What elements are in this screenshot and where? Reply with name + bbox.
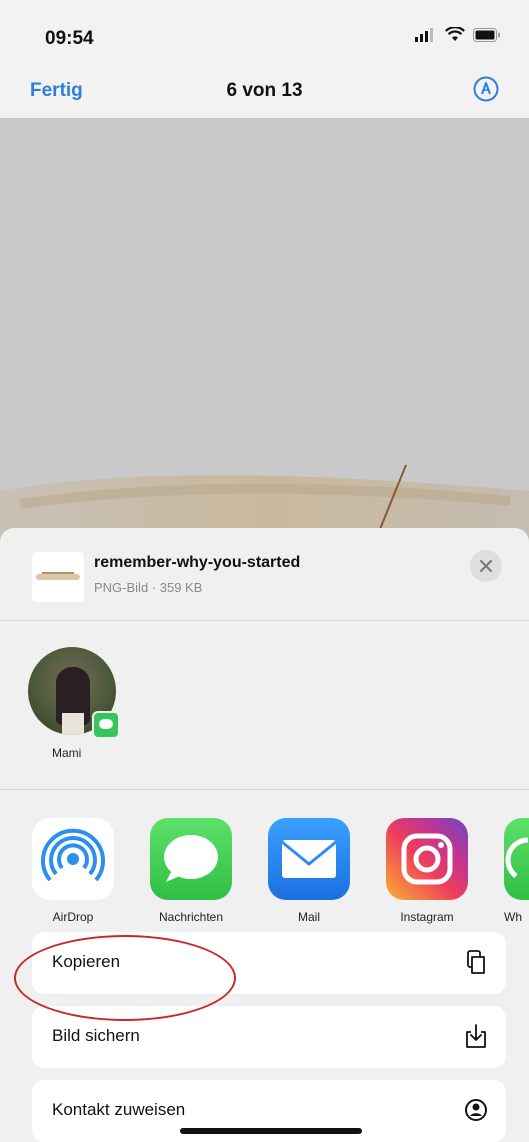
app-label: Nachrichten — [158, 910, 224, 924]
markup-icon[interactable] — [473, 76, 499, 102]
share-sheet: remember-why-you-started PNG-Bild · 359 … — [0, 528, 529, 1142]
app-instagram[interactable]: Instagram — [386, 818, 468, 924]
whatsapp-icon — [504, 818, 529, 900]
app-label: Instagram — [400, 910, 454, 924]
red-circle-annotation — [14, 935, 236, 1021]
app-airdrop[interactable]: AirDrop — [32, 818, 114, 924]
file-name: remember-why-you-started — [94, 554, 301, 571]
avatar-legs — [62, 713, 84, 735]
contact-name: Mami — [52, 746, 82, 760]
app-label: Wh — [504, 910, 522, 924]
contact-icon — [465, 1099, 487, 1121]
close-icon — [480, 560, 492, 572]
copy-icon — [467, 950, 485, 974]
messages-badge-icon — [92, 711, 120, 739]
battery-icon — [473, 27, 500, 42]
thumbnail-image — [36, 572, 80, 580]
page-title: 6 von 13 — [226, 80, 303, 101]
status-time: 09:54 — [45, 28, 94, 49]
app-label: Mail — [297, 910, 320, 924]
file-header: remember-why-you-started PNG-Bild · 359 … — [0, 528, 529, 621]
action-label: Bild sichern — [52, 1026, 140, 1045]
app-whatsapp[interactable]: Wh — [504, 818, 529, 924]
app-mail[interactable]: Mail — [268, 818, 350, 924]
app-label: AirDrop — [52, 910, 94, 924]
status-icons — [415, 27, 501, 42]
close-button[interactable] — [470, 550, 502, 582]
action-label: Kontakt zuweisen — [52, 1100, 186, 1119]
save-image-icon — [466, 1024, 486, 1048]
nav-bar: Fertig 6 von 13 — [0, 60, 529, 119]
photo-content — [0, 464, 529, 540]
wifi-icon — [445, 27, 465, 41]
apps-row: AirDrop Nachrichten Mail Instagram Wh — [0, 790, 529, 924]
cellular-signal-icon — [415, 27, 433, 42]
status-bar: 09:54 — [0, 0, 529, 60]
home-indicator[interactable] — [180, 1128, 362, 1134]
airdrop-icon — [32, 818, 114, 900]
file-thumbnail — [32, 552, 84, 602]
mail-icon — [268, 818, 350, 900]
app-messages[interactable]: Nachrichten — [150, 818, 232, 924]
contacts-row: Mami — [0, 621, 529, 790]
instagram-icon — [386, 818, 468, 900]
file-meta: PNG-Bild · 359 KB — [94, 580, 203, 595]
photo-preview — [0, 119, 529, 559]
messages-icon — [150, 818, 232, 900]
